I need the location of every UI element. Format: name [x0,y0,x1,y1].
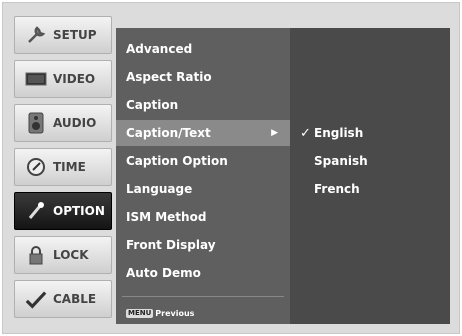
option-menu-panel: Advanced Aspect Ratio Caption Caption/Te… [116,28,290,324]
option-french[interactable]: French [300,178,360,200]
menu-item-language[interactable]: Language [116,176,290,202]
menu-item-label: ISM Method [126,210,207,224]
tab-option[interactable]: OPTION [14,192,112,230]
menu-item-label: Caption [126,98,179,112]
tab-label: AUDIO [53,116,97,130]
tab-label: LOCK [53,248,89,262]
menu-item-label: Language [126,182,193,196]
padlock-icon [25,244,47,266]
tab-label: OPTION [53,204,105,218]
tab-column: SETUP VIDEO AUDIO TIME OPTION LOCK CABLE [14,16,114,326]
menu-key-icon: MENU [126,309,154,318]
option-english[interactable]: ✓ English [300,122,363,144]
menu-item-aspect-ratio[interactable]: Aspect Ratio [116,64,290,90]
footer-label: Previous [155,309,195,318]
menu-item-label: Caption/Text [126,126,211,140]
option-label: French [314,182,360,196]
menu-item-front-display[interactable]: Front Display [116,232,290,258]
tab-audio[interactable]: AUDIO [14,104,112,142]
menu-divider [122,296,284,297]
tab-label: TIME [53,160,86,174]
menu-item-label: Auto Demo [126,266,201,280]
osd-screen: SETUP VIDEO AUDIO TIME OPTION LOCK CABLE… [0,0,462,336]
menu-item-caption[interactable]: Caption [116,92,290,118]
tab-cable[interactable]: CABLE [14,280,112,318]
tab-label: SETUP [53,28,97,42]
tab-label: VIDEO [53,72,96,86]
menu-item-label: Front Display [126,238,216,252]
menu-item-label: Advanced [126,42,193,56]
footer-hint: MENU Previous [126,309,194,318]
wrench-icon [25,24,47,46]
menu-item-label: Caption Option [126,154,228,168]
tab-video[interactable]: VIDEO [14,60,112,98]
speaker-icon [25,112,47,134]
menu-item-ism-method[interactable]: ISM Method [116,204,290,230]
cable-icon [25,288,47,310]
tab-label: CABLE [53,292,97,306]
option-icon [25,200,47,222]
menu-item-caption-option[interactable]: Caption Option [116,148,290,174]
menu-item-label: Aspect Ratio [126,70,212,84]
tab-time[interactable]: TIME [14,148,112,186]
checkmark-icon: ✓ [300,125,311,141]
menu-item-caption-text[interactable]: Caption/Text ▶ [116,120,290,146]
tab-lock[interactable]: LOCK [14,236,112,274]
option-spanish[interactable]: Spanish [300,150,368,172]
caption-text-submenu: ✓ English Spanish French [290,28,450,324]
clock-icon [25,156,47,178]
menu-item-auto-demo[interactable]: Auto Demo [116,260,290,286]
monitor-icon [25,68,47,90]
menu-item-advanced[interactable]: Advanced [116,36,290,62]
arrow-right-icon: ▶ [271,128,278,138]
option-label: Spanish [314,154,368,168]
tab-setup[interactable]: SETUP [14,16,112,54]
option-label: English [314,126,364,140]
